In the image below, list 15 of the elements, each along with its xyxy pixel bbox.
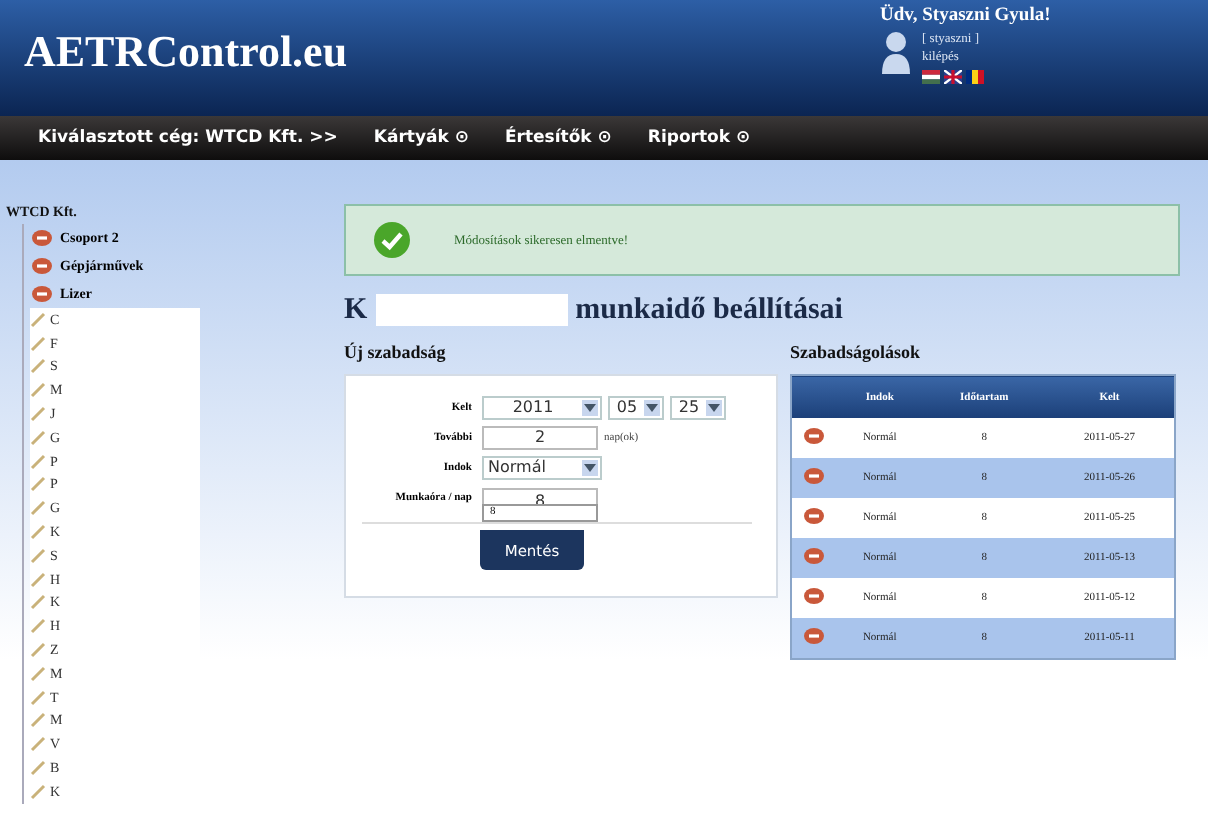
nav-menu-item[interactable]: Kártyák ⊙ xyxy=(373,128,469,148)
section-heading: Új szabadság xyxy=(344,342,448,362)
nav-menu-item[interactable]: Riportok ⊙ xyxy=(647,128,751,148)
nav-menu-item[interactable]: Kiválasztott cég: WTCD Kft. >> xyxy=(38,128,338,148)
days-field[interactable]: 2 xyxy=(482,425,598,449)
day-select[interactable]: 25 xyxy=(670,395,726,419)
page-title-start: K xyxy=(344,293,368,327)
greeting-text: Üdv, Styaszni Gyula! xyxy=(880,6,1053,26)
nav-menu-item[interactable]: Értesítők ⊙ xyxy=(504,128,612,148)
page-title-end: munkaidő beállításai xyxy=(575,293,843,327)
year-select[interactable]: 2011 xyxy=(482,395,602,419)
month-select[interactable]: 05 xyxy=(608,395,664,419)
section-heading: Szabadságolások xyxy=(790,342,923,362)
reason-select[interactable]: Normál xyxy=(482,455,602,479)
site-logo: AETRControl.eu xyxy=(24,26,348,78)
